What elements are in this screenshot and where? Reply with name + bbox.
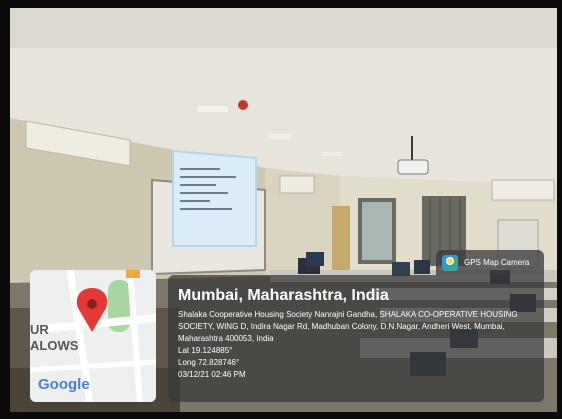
longitude-text: Long 72.828746° (178, 358, 240, 367)
smoke-detector (238, 100, 248, 110)
latitude-text: Lat 19.124885° (178, 346, 233, 355)
map-label-1: UR (30, 322, 49, 337)
projector (397, 159, 429, 175)
location-info-panel: Mumbai, Maharashtra, India Shalaka Coope… (168, 275, 544, 402)
projection-screen (173, 151, 256, 246)
app-name: GPS Map Camera (464, 258, 530, 267)
location-title: Mumbai, Maharashtra, India (178, 287, 389, 304)
map-thumbnail: UR ALOWS Google (30, 270, 156, 402)
air-conditioner-right (491, 179, 555, 201)
ceiling-light (322, 152, 342, 156)
app-badge: GPS Map Camera (436, 250, 544, 275)
ceiling-light (268, 134, 290, 139)
google-logo: Google (38, 376, 90, 393)
ceiling-light (198, 106, 228, 112)
address-text: Shalaka Cooperative Housing Society Nanr… (178, 310, 518, 343)
door (332, 206, 350, 270)
datetime-text: 03/12/21 02:46 PM (178, 370, 246, 379)
photo-frame: UR ALOWS Google GPS Map Camera Mumbai, M… (10, 8, 557, 412)
gps-map-camera-icon (442, 254, 458, 271)
air-conditioner-middle (279, 175, 315, 194)
map-label-2: ALOWS (30, 338, 79, 353)
ceiling-shade (10, 8, 557, 48)
